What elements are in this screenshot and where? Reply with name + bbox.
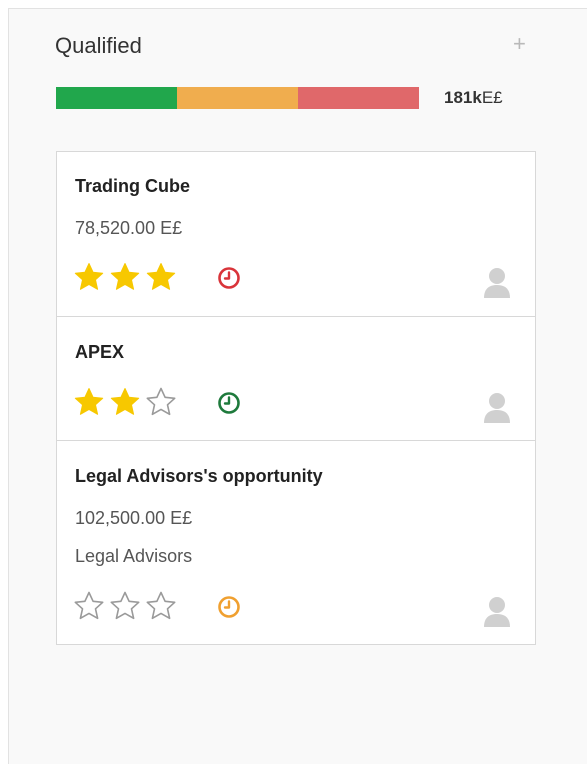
user-avatar-icon[interactable] bbox=[483, 595, 511, 627]
user-avatar-icon[interactable] bbox=[483, 266, 511, 298]
column-title[interactable]: Qualified bbox=[55, 33, 142, 59]
progress-segment-overdue[interactable] bbox=[298, 87, 419, 109]
star-filled-icon[interactable] bbox=[109, 261, 141, 293]
star-filled-icon[interactable] bbox=[73, 386, 105, 418]
plus-icon[interactable]: + bbox=[513, 31, 526, 56]
clock-icon[interactable] bbox=[217, 266, 241, 290]
star-empty-icon[interactable] bbox=[73, 590, 105, 622]
clock-icon[interactable] bbox=[217, 391, 241, 415]
card-company: Legal Advisors bbox=[75, 546, 193, 566]
priority-stars bbox=[73, 386, 177, 418]
star-filled-icon[interactable] bbox=[73, 261, 105, 293]
column-total-currency: E£ bbox=[481, 88, 503, 107]
opportunity-card[interactable]: APEX bbox=[57, 316, 535, 440]
column-total-amount: 181k bbox=[444, 88, 482, 107]
star-empty-icon[interactable] bbox=[145, 590, 177, 622]
progress-segment-on-track[interactable] bbox=[56, 87, 177, 109]
card-title: Legal Advisors's opportunity bbox=[75, 466, 323, 486]
star-empty-icon[interactable] bbox=[109, 590, 141, 622]
card-title: Trading Cube bbox=[75, 176, 191, 196]
column-total: 181kE£ bbox=[444, 88, 503, 108]
user-avatar-icon[interactable] bbox=[483, 391, 511, 423]
card-amount: 78,520.00 E£ bbox=[75, 218, 183, 238]
star-empty-icon[interactable] bbox=[145, 386, 177, 418]
priority-stars bbox=[73, 590, 177, 622]
card-amount: 102,500.00 E£ bbox=[75, 508, 193, 528]
card-list: Trading Cube 78,520.00 E£ APEX Legal Adv… bbox=[56, 151, 536, 645]
card-title: APEX bbox=[75, 342, 125, 362]
star-filled-icon[interactable] bbox=[109, 386, 141, 418]
opportunity-card[interactable]: Legal Advisors's opportunity 102,500.00 … bbox=[57, 440, 535, 644]
column-progress-bar bbox=[56, 87, 419, 109]
opportunity-card[interactable]: Trading Cube 78,520.00 E£ bbox=[57, 152, 535, 316]
clock-icon[interactable] bbox=[217, 595, 241, 619]
add-card-button[interactable]: + bbox=[513, 33, 526, 55]
star-filled-icon[interactable] bbox=[145, 261, 177, 293]
progress-segment-near-deadline[interactable] bbox=[176, 87, 299, 109]
priority-stars bbox=[73, 261, 177, 293]
